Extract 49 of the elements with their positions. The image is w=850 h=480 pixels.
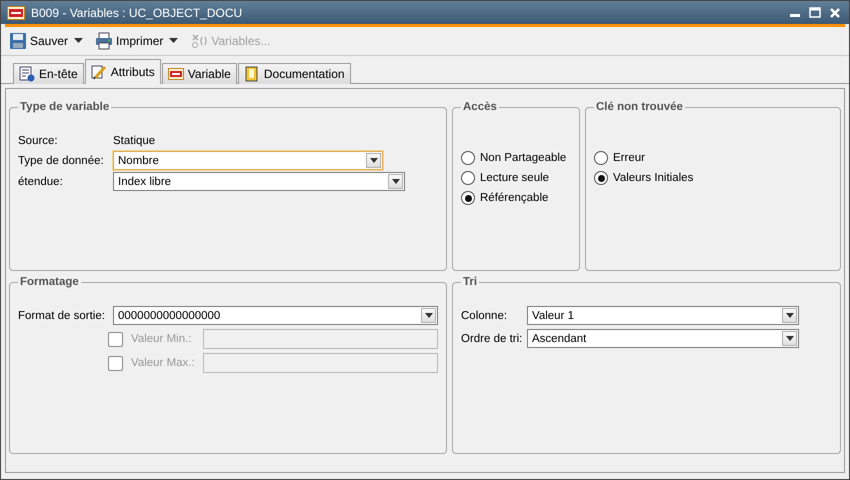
group-title: Accès [462,101,498,113]
toolbar-button[interactable]: Sauver [7,30,70,52]
document-info-icon [19,66,35,82]
field-label: Colonne: [461,310,508,322]
dropdown-field[interactable]: Valeur 1 [527,306,799,325]
radio-option[interactable]: Référençable [461,191,571,205]
variable-icon [168,66,184,82]
close-icon[interactable] [829,6,841,18]
field-label: Source: [18,135,59,147]
field-value: Statique [113,135,156,147]
field-label: Valeur Min.: [131,333,193,345]
group-title: Formatage [19,276,80,288]
group-title: Type de variable [19,101,110,113]
tab[interactable]: Variable [162,63,237,84]
window-title: B009 - Variables : UC_OBJECT_DOCU [31,6,244,20]
field-label: Type de donnée: [18,154,105,166]
dropdown-field[interactable]: 0000000000000000 [113,306,438,325]
input-field[interactable] [203,329,438,349]
toolbar-button[interactable]: Imprimer [93,30,166,52]
dropdown-field[interactable]: Ascendant [527,329,799,348]
radio-option[interactable]: Erreur [594,151,832,165]
radio-option[interactable]: Non Partageable [461,151,571,165]
dropdown-field[interactable]: Index libre [113,172,405,191]
caret-icon[interactable] [74,38,84,44]
caret-icon [370,158,378,163]
dropdown-field[interactable]: Nombre [113,151,383,170]
input-field[interactable] [203,353,438,373]
field-label: Format de sortie: [18,310,106,322]
radio-option[interactable]: Valeurs Initiales [594,171,832,185]
printer-icon [95,32,114,50]
book-icon [244,66,260,82]
field-label: étendue: [18,176,64,188]
field-label: Ordre de tri: [461,332,524,344]
caret-icon [392,179,400,184]
variables-icon [190,32,208,50]
tab[interactable]: En-tête [13,63,84,84]
pencil-document-icon [90,64,107,80]
field-label: Valeur Max.: [131,357,196,369]
caret-icon[interactable] [169,38,178,44]
group-title: Tri [462,276,478,288]
tab[interactable]: Attributs [84,59,161,84]
group-title: Clé non trouvée [595,101,684,113]
caret-icon [786,313,794,318]
app-icon [7,6,25,20]
tab[interactable]: Documentation [238,63,351,84]
radio-option[interactable]: Lecture seule [461,171,571,185]
caret-icon [424,313,432,318]
caret-icon [786,336,794,341]
maximize-icon[interactable] [809,6,821,18]
